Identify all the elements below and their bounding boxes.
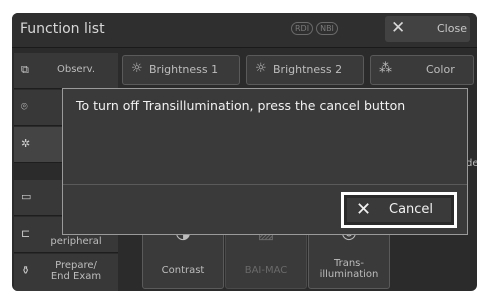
panel-title: Function list [20,21,105,37]
observation-icon: ⧉ [21,63,29,76]
close-icon: ✕ [356,199,372,220]
cancel-button-highlight: ✕ Cancel [341,192,457,228]
trans-line-1: Trans- [333,258,365,269]
sun-icon: ☼ [255,61,267,76]
tab-brightness-2[interactable]: ☼ Brightness 2 [246,55,364,85]
prepare-line-1: Prepare/ [55,260,97,271]
sidebar-item-label: Observ. [56,64,95,75]
monitor-icon: ▭ [21,190,32,203]
tab-label: Color [426,63,455,76]
peripheral-icon: ⊏ [21,227,31,240]
tab-label: Brightness 1 [149,63,219,76]
prepare-line-2: End Exam [50,271,102,282]
tile-label: BAI-MAC [244,265,288,276]
close-button[interactable]: ✕ Close [385,16,470,42]
tab-color[interactable]: ⁂ Color [370,55,474,85]
prepare-icon: ⚱ [21,264,31,277]
cancel-dialog: To turn off Transillumination, press the… [62,88,468,235]
close-icon: ✕ [391,18,406,38]
color-icon: ⁂ [379,61,392,76]
tab-label: Brightness 2 [273,63,343,76]
dialog-divider [63,184,467,185]
brightness-small-icon: ✲ [21,137,31,150]
sun-icon: ☼ [131,61,143,76]
function-list-panel: Function list RDI NBI ✕ Close ⧉ Observ. … [12,13,477,291]
tab-brightness-1[interactable]: ☼ Brightness 1 [122,55,240,85]
sidebar-item-label: peripheral [50,236,102,247]
cancel-button[interactable]: ✕ Cancel [347,198,451,222]
sidebar-item-prepare-end-exam[interactable]: ⚱ Prepare/ End Exam [14,254,118,291]
close-label: Close [437,22,467,35]
nbi-badge: NBI [316,22,338,35]
tile-label: Trans- illumination [309,258,389,280]
sidebar-item-label: Prepare/ End Exam [36,260,116,282]
rdi-badge: RDI [291,22,314,35]
cancel-label: Cancel [389,202,434,217]
title-bar: Function list RDI NBI ✕ Close [12,13,477,48]
tile-label: Contrast [161,265,205,276]
mode-badges: RDI NBI [291,22,338,35]
dialog-message: To turn off Transillumination, press the… [76,98,406,113]
sidebar-item-observation[interactable]: ⧉ Observ. [14,53,118,89]
camera-icon: ⌾ [21,100,28,113]
trans-line-2: illumination [319,269,379,280]
